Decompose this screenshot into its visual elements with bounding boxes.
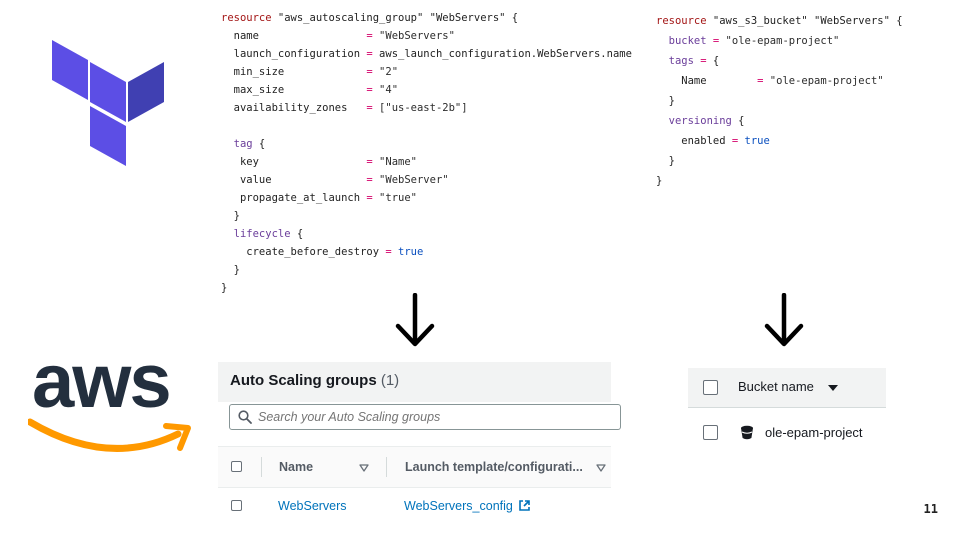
select-all-checkbox[interactable] xyxy=(231,461,242,472)
external-link-icon xyxy=(519,500,531,511)
arrow-down-icon xyxy=(764,293,804,347)
column-header-launch[interactable]: Launch template/configurati... xyxy=(405,460,583,474)
code-line: tags = { xyxy=(656,55,720,67)
asg-count: (1) xyxy=(380,372,400,389)
code-line: resource "aws_autoscaling_group" "WebSer… xyxy=(221,12,519,24)
launch-config-link[interactable]: WebServers_config xyxy=(404,499,531,513)
terraform-logo xyxy=(52,40,164,166)
asg-name-link[interactable]: WebServers xyxy=(278,499,347,513)
table-row: ole-epam-project xyxy=(688,412,886,452)
code-line: tag { xyxy=(221,138,266,150)
code-line: enabled = true xyxy=(656,135,770,147)
code-line: versioning { xyxy=(656,115,745,127)
asg-search-box[interactable] xyxy=(229,404,621,430)
code-line: value = "WebServer" xyxy=(221,174,449,186)
asg-header: Auto Scaling groups (1) xyxy=(218,362,611,402)
code-line: launch_configuration = aws_launch_config… xyxy=(221,48,632,60)
aws-logo-text: aws xyxy=(32,339,172,424)
asg-search-input[interactable] xyxy=(258,409,598,425)
code-line: } xyxy=(221,264,240,276)
sort-icon[interactable] xyxy=(596,464,606,472)
asg-title-text: Auto Scaling groups xyxy=(230,372,377,389)
terraform-s3-code: resource "aws_s3_bucket" "WebServers" { … xyxy=(656,11,903,191)
row-checkbox[interactable] xyxy=(703,425,718,440)
table-row: WebServers WebServers_config xyxy=(218,487,611,517)
code-line: max_size = "4" xyxy=(221,84,399,96)
terraform-asg-code: resource "aws_autoscaling_group" "WebSer… xyxy=(221,9,632,297)
code-line: create_before_destroy = true xyxy=(221,246,424,258)
aws-smile-icon xyxy=(28,418,191,452)
code-line: } xyxy=(221,210,240,222)
code-line: name = "WebServers" xyxy=(221,30,455,42)
terraform-logo-block-right xyxy=(128,62,164,122)
caret-down-icon[interactable] xyxy=(828,385,838,391)
code-line: min_size = "2" xyxy=(221,66,399,78)
code-line: Name = "ole-epam-project" xyxy=(656,75,884,87)
arrow-down-icon xyxy=(395,293,435,347)
column-header-name[interactable]: Name xyxy=(279,460,313,474)
column-header-bucket-name[interactable]: Bucket name xyxy=(738,379,814,394)
terraform-logo-block-left xyxy=(52,40,88,100)
row-checkbox[interactable] xyxy=(231,500,242,511)
asg-table-header: Name Launch template/configurati... xyxy=(218,446,611,488)
code-line: bucket = "ole-epam-project" xyxy=(656,35,840,47)
search-icon xyxy=(238,410,252,424)
aws-logo: aws xyxy=(28,339,198,466)
code-line: availability_zones = ["us-east-2b"] xyxy=(221,102,468,114)
code-line: } xyxy=(221,282,228,294)
code-line: propagate_at_launch = "true" xyxy=(221,192,417,204)
select-all-checkbox[interactable] xyxy=(703,380,718,395)
bucket-icon xyxy=(741,425,753,440)
launch-config-text: WebServers_config xyxy=(404,499,513,513)
asg-title: Auto Scaling groups (1) xyxy=(230,372,399,389)
s3-table-header: Bucket name xyxy=(688,368,886,408)
code-line: key = "Name" xyxy=(221,156,417,168)
asg-console-panel: Auto Scaling groups (1) Name Launch temp… xyxy=(218,362,621,513)
code-line: resource "aws_s3_bucket" "WebServers" { xyxy=(656,15,903,27)
code-line: lifecycle { xyxy=(221,228,304,240)
column-separator xyxy=(386,457,387,477)
column-separator xyxy=(261,457,262,477)
code-line: } xyxy=(656,95,675,107)
sort-icon[interactable] xyxy=(359,464,369,472)
bucket-name-text: ole-epam-project xyxy=(765,425,863,440)
code-line: } xyxy=(656,155,675,167)
page-number: 11 xyxy=(923,502,938,516)
code-line: } xyxy=(656,175,663,187)
